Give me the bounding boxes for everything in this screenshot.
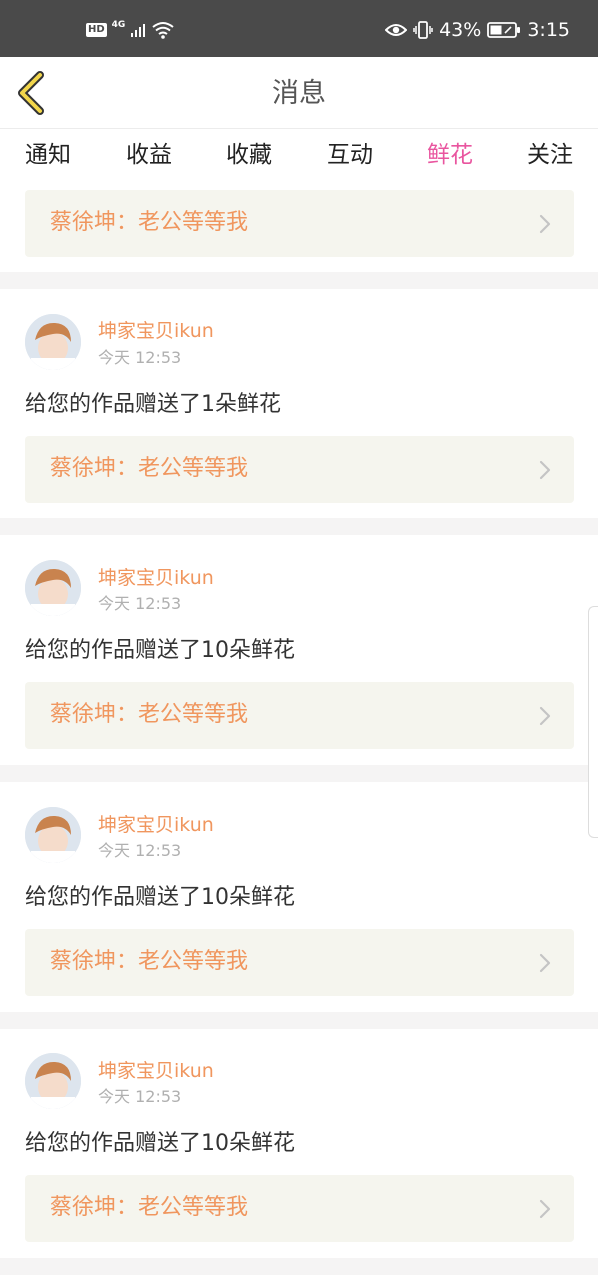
user-avatar-image (25, 1053, 81, 1109)
chevron-right-icon (539, 460, 551, 480)
tab-label: 关注 (527, 142, 573, 168)
user-avatar-image (25, 560, 81, 616)
timestamp: 今天 12:53 (98, 1087, 182, 1106)
network-type: 4G (111, 20, 126, 30)
avatar[interactable] (25, 807, 81, 863)
work-link-card[interactable]: 蔡徐坤：老公等等我 (25, 929, 574, 996)
avatar[interactable] (25, 1053, 81, 1109)
message-text: 给您的作品赠送了10朵鲜花 (25, 638, 295, 663)
timestamp: 今天 12:53 (98, 348, 182, 367)
battery-icon (487, 22, 521, 38)
tab-label: 通知 (25, 142, 71, 168)
cellular-signal-icon (131, 24, 146, 37)
username[interactable]: 坤家宝贝ikun (98, 319, 214, 343)
chevron-right-icon (539, 1199, 551, 1219)
tab-earnings[interactable]: 收益 (104, 138, 194, 182)
timestamp: 今天 12:53 (98, 841, 182, 860)
page-title: 消息 (272, 78, 326, 109)
tab-label: 互动 (327, 142, 373, 168)
work-link-card[interactable]: 蔡徐坤：老公等等我 (25, 1175, 574, 1242)
work-link-text: 蔡徐坤：老公等等我 (50, 456, 249, 481)
tab-flowers[interactable]: 鲜花 (405, 138, 495, 188)
hd-badge: HD (86, 23, 107, 37)
separator (0, 765, 598, 782)
chevron-right-icon (539, 953, 551, 973)
separator (0, 1012, 598, 1029)
clock: 3:15 (527, 19, 570, 41)
work-link-text: 蔡徐坤：老公等等我 (50, 1195, 249, 1220)
battery-percent: 43% (439, 19, 482, 41)
message-text: 给您的作品赠送了10朵鲜花 (25, 885, 295, 910)
work-link-text: 蔡徐坤：老公等等我 (50, 949, 249, 974)
tab-follows[interactable]: 关注 (505, 138, 595, 182)
user-avatar-image (25, 314, 81, 370)
work-link-card[interactable]: 蔡徐坤：老公等等我 (25, 682, 574, 749)
work-link-text: 蔡徐坤：老公等等我 (50, 702, 249, 727)
chevron-right-icon (539, 706, 551, 726)
status-right: 43% 3:15 (385, 19, 570, 41)
user-avatar-image (25, 807, 81, 863)
message-feed[interactable]: 蔡徐坤：老公等等我 坤家宝贝ikun 今天 12:53 给您的作品赠送了1朵鲜花… (0, 182, 598, 1280)
chevron-right-icon (539, 214, 551, 234)
separator (0, 518, 598, 535)
work-link-card[interactable]: 蔡徐坤：老公等等我 (25, 436, 574, 503)
vibrate-icon (413, 21, 433, 39)
status-left: HD 4G (86, 20, 175, 40)
separator (0, 1258, 598, 1275)
eye-icon (385, 24, 408, 36)
username[interactable]: 坤家宝贝ikun (98, 566, 214, 590)
tab-notifications[interactable]: 通知 (3, 138, 93, 182)
work-link-text: 蔡徐坤：老公等等我 (50, 210, 249, 235)
tab-bar: 通知 收益 收藏 互动 鲜花 关注 (0, 130, 598, 188)
wifi-icon (152, 22, 174, 39)
message-text: 给您的作品赠送了1朵鲜花 (25, 392, 281, 417)
scrollbar[interactable] (588, 606, 598, 838)
tab-label: 收藏 (226, 142, 272, 168)
tab-label: 鲜花 (427, 142, 473, 168)
separator (0, 272, 598, 289)
status-bar: HD 4G 43% 3:15 (0, 0, 598, 57)
avatar[interactable] (25, 314, 81, 370)
tab-favorites[interactable]: 收藏 (204, 138, 294, 182)
username[interactable]: 坤家宝贝ikun (98, 813, 214, 837)
nav-header: 消息 (0, 57, 598, 129)
tab-label: 收益 (126, 142, 172, 168)
work-link-card[interactable]: 蔡徐坤：老公等等我 (25, 190, 574, 257)
avatar[interactable] (25, 560, 81, 616)
message-text: 给您的作品赠送了10朵鲜花 (25, 1131, 295, 1156)
timestamp: 今天 12:53 (98, 594, 182, 613)
username[interactable]: 坤家宝贝ikun (98, 1059, 214, 1083)
tab-interactions[interactable]: 互动 (305, 138, 395, 182)
